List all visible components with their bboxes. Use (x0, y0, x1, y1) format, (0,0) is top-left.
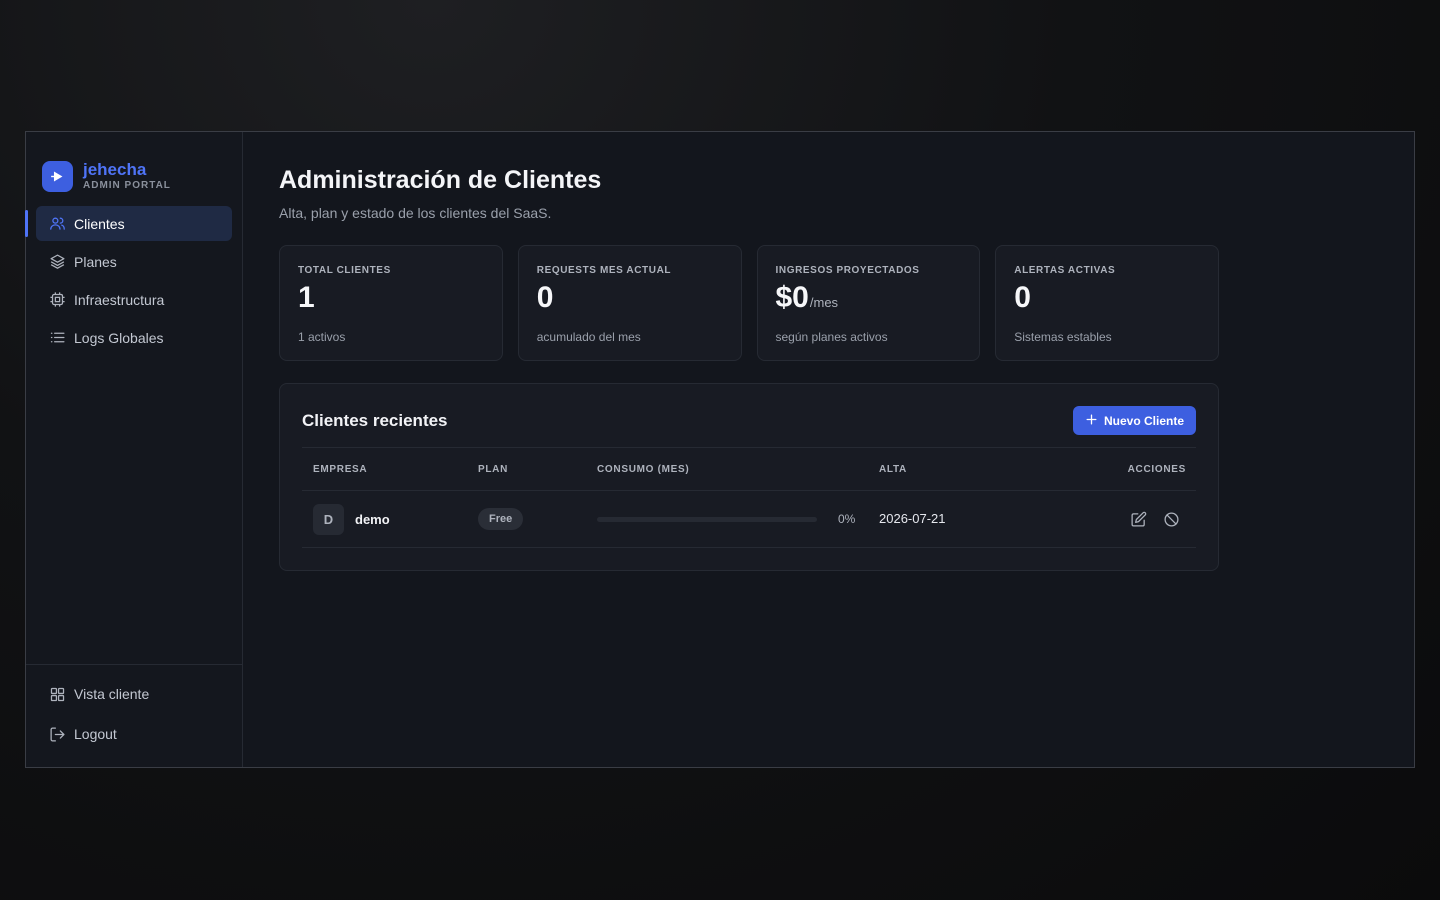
sidebar-item-planes[interactable]: Planes (36, 244, 232, 279)
stat-label: INGRESOS PROYECTADOS (775, 265, 920, 276)
stat-label: REQUESTS MES ACTUAL (536, 265, 672, 276)
created-date: 2026-07-21 (879, 511, 946, 526)
avatar: D (313, 503, 344, 535)
new-client-label: Nuevo Cliente (1103, 413, 1184, 428)
main-nav: Clientes Planes Infraestructura Logs Glo… (25, 202, 242, 664)
layers-icon (48, 253, 66, 271)
table-header: EMPRESA PLAN CONSUMO (MES) ALTA ACCIONES (302, 448, 1196, 491)
stat-card-alertas: ALERTAS ACTIVAS 0 Sistemas estables (995, 245, 1219, 361)
stat-card-requests: REQUESTS MES ACTUAL 0 acumulado del mes (517, 245, 742, 361)
sidebar-item-label: Infraestructura (74, 291, 165, 308)
users-icon (48, 215, 66, 233)
grid-icon (48, 685, 66, 703)
logout-icon (48, 725, 66, 743)
company-cell: D demo (313, 503, 478, 535)
stat-value: 1 (298, 281, 315, 314)
stat-note: 1 activos (298, 330, 346, 344)
disable-icon[interactable] (1163, 511, 1180, 528)
sidebar-item-label: Logs Globales (74, 329, 164, 346)
column-header-alta: ALTA (879, 463, 907, 475)
stat-value: 0 (536, 281, 554, 314)
sidebar-item-label: Logout (74, 726, 117, 742)
stat-card-ingresos: INGRESOS PROYECTADOS $0/mes según planes… (756, 245, 981, 361)
row-actions (1079, 511, 1186, 528)
plan-badge: Free (478, 508, 524, 530)
column-header-plan: PLAN (478, 463, 509, 475)
recent-clients-panel: Clientes recientes Nuevo Cliente EMPRESA… (279, 383, 1219, 571)
sidebar-item-logs-globales[interactable]: Logs Globales (36, 320, 232, 355)
stat-label: ALERTAS ACTIVAS (1014, 265, 1116, 276)
sidebar-item-label: Clientes (74, 215, 125, 232)
column-header-consumo: CONSUMO (MES) (597, 463, 690, 475)
stats-row: TOTAL CLIENTES 1 1 activos REQUESTS MES … (279, 245, 1219, 361)
main-content: Administración de Clientes Alta, plan y … (243, 132, 1414, 767)
stat-value: 0 (1014, 281, 1031, 314)
sidebar-item-clientes[interactable]: Clientes (25, 206, 232, 241)
stat-note: Sistemas estables (1014, 330, 1112, 344)
list-icon (48, 329, 66, 347)
logout-button[interactable]: Logout (36, 715, 232, 753)
edit-icon[interactable] (1130, 511, 1147, 528)
usage-progress-bar (597, 516, 817, 522)
sidebar-footer: Vista cliente Logout (26, 664, 242, 767)
page-title: Administración de Clientes (279, 166, 602, 194)
sidebar: jehecha ADMIN PORTAL Clientes Planes Inf… (25, 132, 243, 767)
table-row[interactable]: D demo Free 0% 2026-07-21 (302, 491, 1196, 548)
page-subtitle: Alta, plan y estado de los clientes del … (279, 205, 552, 221)
play-logo-icon (42, 160, 73, 192)
company-name: demo (355, 511, 390, 527)
new-client-button[interactable]: Nuevo Cliente (1072, 406, 1196, 435)
sidebar-item-label: Planes (74, 253, 117, 270)
vista-cliente-link[interactable]: Vista cliente (36, 675, 232, 713)
stat-value: $0/mes (775, 281, 839, 314)
plus-icon (1085, 413, 1098, 429)
app-window: jehecha ADMIN PORTAL Clientes Planes Inf… (25, 131, 1415, 768)
usage-cell: 0% (597, 512, 879, 526)
brand-subtitle: ADMIN PORTAL (83, 180, 171, 191)
column-header-acciones: ACCIONES (1127, 463, 1186, 475)
brand[interactable]: jehecha ADMIN PORTAL (26, 132, 242, 202)
stat-label: TOTAL CLIENTES (298, 265, 391, 276)
sidebar-item-infraestructura[interactable]: Infraestructura (36, 282, 232, 317)
stat-card-total-clientes: TOTAL CLIENTES 1 1 activos (279, 245, 503, 361)
stat-note: según planes activos (775, 330, 888, 344)
column-header-empresa: EMPRESA (313, 463, 368, 475)
panel-title: Clientes recientes (302, 410, 448, 430)
stat-note: acumulado del mes (536, 330, 641, 344)
clients-table: EMPRESA PLAN CONSUMO (MES) ALTA ACCIONES… (302, 447, 1196, 548)
cpu-icon (48, 291, 66, 309)
sidebar-item-label: Vista cliente (74, 686, 150, 702)
brand-name: jehecha (83, 160, 147, 179)
usage-percent: 0% (838, 512, 856, 526)
